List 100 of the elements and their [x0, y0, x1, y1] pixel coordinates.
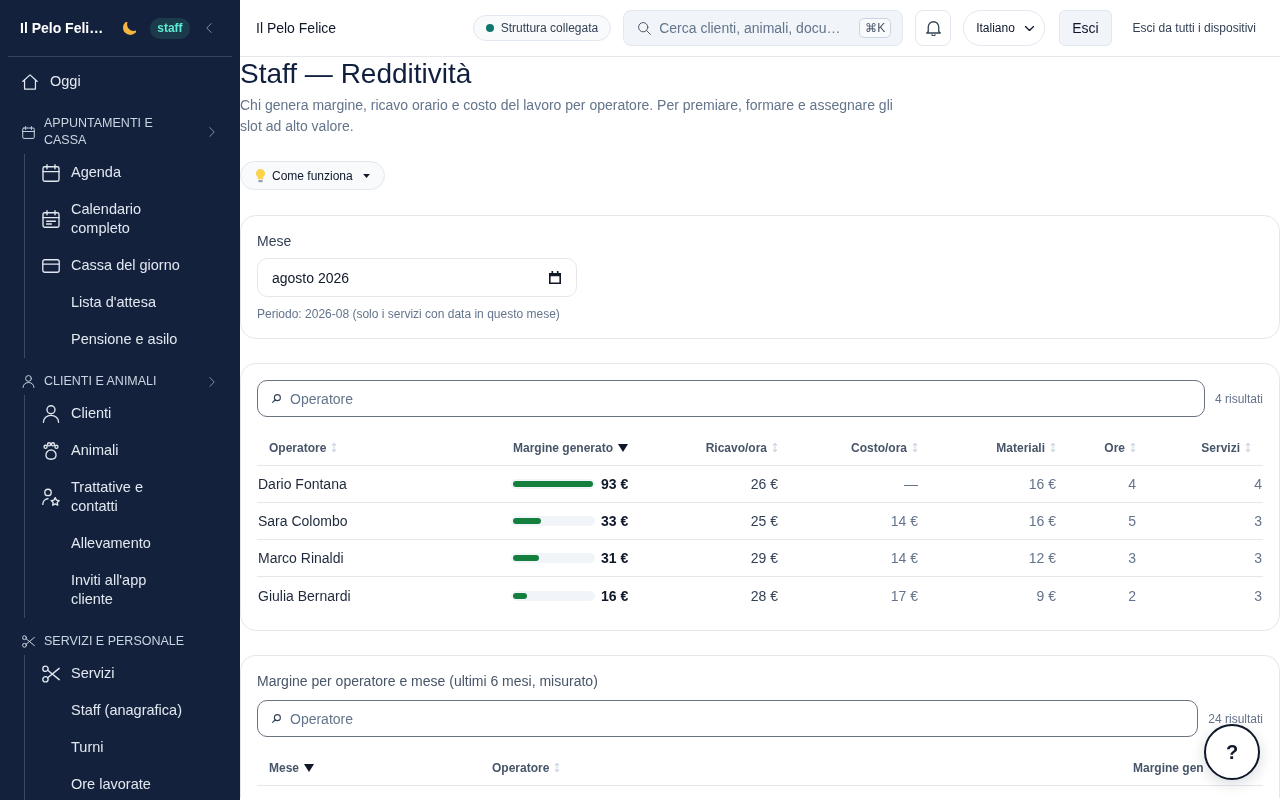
sort-icon [1245, 442, 1251, 453]
column-header[interactable]: Servizi [1148, 430, 1263, 465]
chevron-right-icon [209, 127, 215, 137]
column-header[interactable]: Ore [1068, 430, 1148, 465]
filter-input[interactable]: Operatore [257, 380, 1205, 417]
search-icon [638, 22, 652, 35]
table-cell-text: 16 € [1027, 475, 1057, 494]
column-header[interactable]: Materiali [930, 430, 1068, 465]
nav-section-header[interactable]: SERVIZI E PERSONALE [8, 628, 232, 655]
card-icon [42, 256, 60, 275]
brand-name: Il Pelo Feli… [20, 20, 104, 36]
table-cell-text: 9 € [1035, 586, 1057, 606]
table-cell-text: 16 € [1027, 512, 1057, 531]
shortcut-hint: ⌘K [859, 18, 892, 38]
result-count: 4 risultati [1214, 391, 1263, 406]
sort-icon [772, 442, 778, 453]
nav-link[interactable]: Turni [25, 729, 232, 766]
nav-link[interactable]: Cassa del giorno [25, 247, 232, 284]
table-cell-text: 4 [1253, 475, 1263, 494]
table-cell-text: 26 € [749, 475, 779, 494]
table-cell-text: 14 € [889, 549, 919, 568]
margin-value: 93 € [601, 476, 629, 492]
nav-link[interactable]: Staff (anagrafica) [25, 692, 232, 729]
sort-descending-icon [304, 763, 315, 772]
help-button[interactable]: ? [1204, 724, 1260, 780]
lightbulb-icon [256, 168, 265, 183]
margin-value: 31 € [601, 550, 629, 566]
sort-descending-icon [618, 443, 629, 452]
calendar-icon [42, 163, 60, 182]
table-cell-text: 3 [1253, 512, 1263, 531]
bell-icon [925, 20, 941, 36]
nav-link[interactable]: Trattative e contatti [25, 469, 232, 525]
sort-icon [1050, 442, 1056, 453]
column-header[interactable]: Mese [257, 750, 480, 785]
chevron-down-icon [1025, 25, 1035, 31]
column-header[interactable]: Ricavo/ora [643, 430, 790, 465]
table-cell-text: Marco Rinaldi [257, 549, 345, 568]
field-hint: Periodo: 2026-08 (solo i servizi con data in questo mese) [257, 306, 561, 322]
month-field[interactable]: agosto 2026 [257, 258, 577, 297]
result-count: 24 risultati [1208, 711, 1263, 726]
nav-link[interactable]: Pensione e asilo [25, 321, 232, 358]
calendar-icon [22, 125, 35, 139]
table-cell-text: 4 [1127, 475, 1137, 494]
table-cell-text: 29 € [749, 549, 779, 568]
scissors-icon [22, 635, 35, 648]
calendar-list-icon [42, 210, 60, 228]
column-header[interactable]: Operatore [480, 750, 1125, 785]
collapse-sidebar-button[interactable] [205, 23, 212, 33]
table-cell-text: Dario Fontana [257, 475, 348, 494]
margin-value: 33 € [601, 513, 629, 529]
sort-icon [1130, 442, 1136, 453]
table-cell-text: 2 [1127, 586, 1137, 606]
logout-button[interactable]: Esci [1059, 10, 1112, 46]
search-icon [272, 714, 281, 723]
role-badge: staff [150, 17, 190, 39]
status-dot-icon [485, 24, 494, 32]
column-header[interactable]: Margine gen [1133, 750, 1204, 785]
nav-link[interactable]: Servizi [25, 655, 232, 692]
nav-link[interactable]: Inviti all'app cliente [25, 562, 232, 618]
person-icon [42, 404, 60, 423]
table-cell-text: 17 € [889, 586, 919, 606]
nav-link[interactable]: Oggi [8, 63, 232, 100]
how-it-works-button[interactable]: Come funziona [240, 161, 385, 190]
nav-section-header[interactable]: CLIENTI E ANIMALI [8, 368, 232, 395]
column-header[interactable]: Margine generato [500, 430, 643, 465]
paw-icon [42, 441, 60, 460]
table-cell-text: 3 [1127, 549, 1137, 568]
nav-link[interactable]: Allevamento [25, 525, 232, 562]
table-cell-text: 5 [1127, 512, 1137, 531]
nav-link[interactable]: Calendario completo [25, 191, 232, 247]
person-star-icon [42, 488, 60, 506]
sort-icon [554, 762, 561, 773]
table-cell-text: — [903, 475, 919, 494]
nav-link[interactable]: Agenda [25, 154, 232, 191]
nav-link[interactable]: Animali [25, 432, 232, 469]
nav-link[interactable]: Clienti [25, 395, 232, 432]
logout-all-link[interactable]: Esci da tutti i dispositivi [1132, 21, 1256, 35]
page-description: Chi genera margine, ricavo orario e costo del lavoro per operatore. Per premiare, formare e assegnare gli slot ad alto valore. [240, 96, 894, 136]
sort-icon [331, 442, 338, 453]
card-title: Margine per operatore e mese (ultimi 6 mesi, misurato) [257, 672, 599, 690]
chevron-left-icon [205, 23, 212, 33]
notifications-button[interactable] [915, 10, 952, 46]
table-cell-text: Giulia Bernardi [257, 586, 352, 606]
scissors-icon [42, 664, 60, 683]
moon-icon [123, 21, 137, 35]
margin-value: 16 € [601, 587, 629, 604]
nav-section-header[interactable]: APPUNTAMENTI E CASSA [8, 110, 232, 154]
sort-icon [912, 442, 918, 453]
table-cell-text: 25 € [749, 512, 779, 531]
column-header[interactable]: Costo/ora [790, 430, 930, 465]
person-icon [22, 375, 35, 388]
filter-input[interactable]: Operatore [257, 700, 1199, 737]
chevron-right-icon [209, 376, 215, 387]
nav-link[interactable]: Lista d'attesa [25, 284, 232, 321]
calendar-icon [549, 271, 561, 284]
table-cell-text: 3 [1253, 586, 1263, 606]
column-header[interactable]: Operatore [257, 430, 500, 465]
nav-link[interactable]: Ore lavorate [25, 766, 232, 800]
field-label: Mese [257, 232, 293, 250]
table-cell-text: 28 € [749, 586, 779, 606]
